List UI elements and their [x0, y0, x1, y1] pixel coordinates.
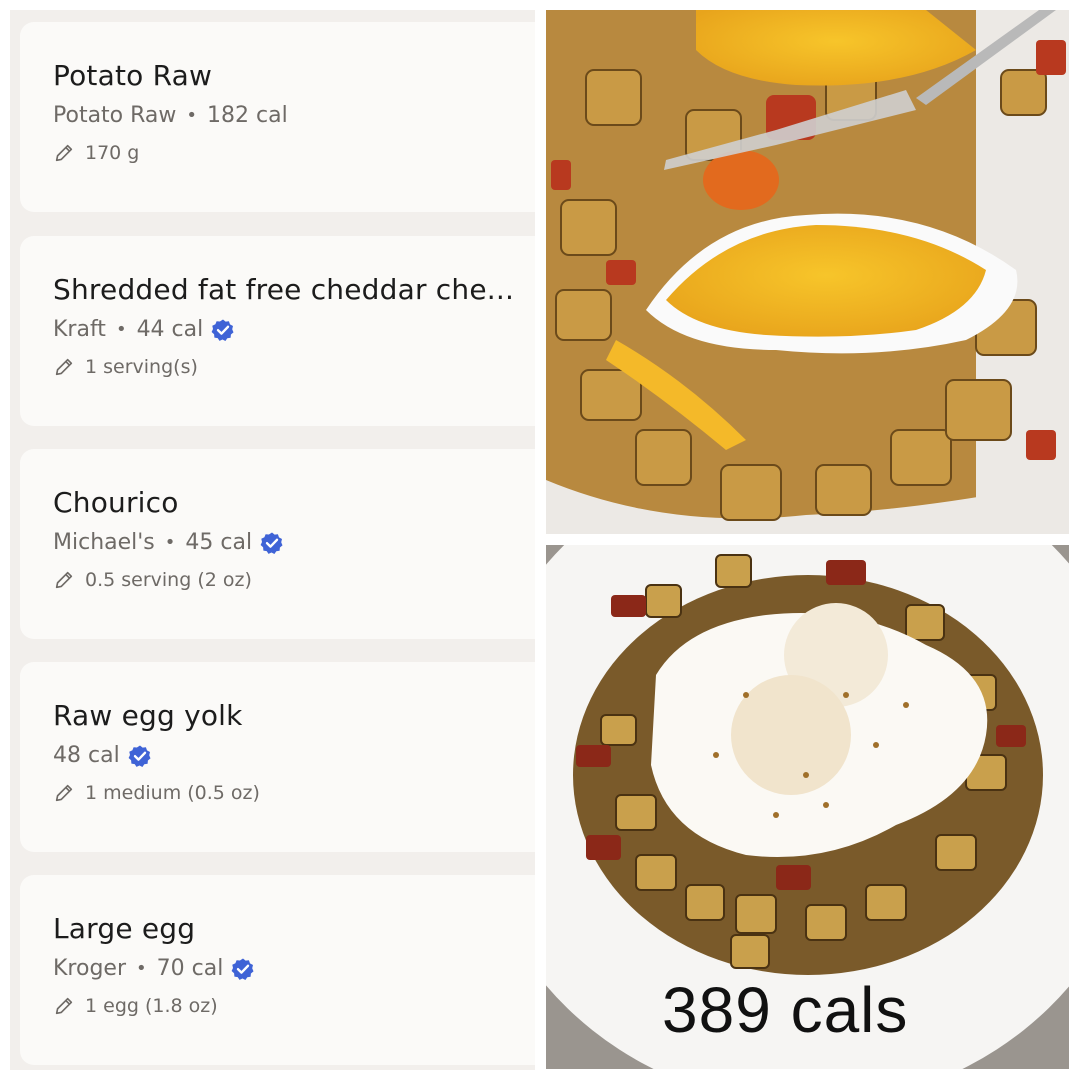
food-serving-size: 1 egg (1.8 oz)	[85, 995, 218, 1017]
verified-badge-icon	[260, 532, 283, 554]
food-serving-row[interactable]: 1 serving(s)	[53, 354, 535, 380]
calorie-total-overlay: 389 cals	[662, 974, 909, 1046]
food-meta: 48 cal	[53, 742, 535, 770]
food-log-item[interactable]: Large egg Kroger • 70 cal 1 egg (1.8 oz)	[20, 875, 535, 1065]
pencil-edit-icon	[55, 571, 73, 589]
food-name: Large egg	[53, 912, 196, 945]
pencil-edit-icon	[55, 144, 73, 162]
food-brand: Kroger	[53, 956, 126, 981]
food-serving-row[interactable]: 1 medium (0.5 oz)	[53, 780, 535, 806]
pencil-edit-icon	[55, 997, 73, 1015]
separator-dot: •	[186, 105, 198, 126]
food-calories: 44 cal	[136, 317, 204, 342]
food-name: Potato Raw	[53, 59, 213, 92]
food-serving-size: 170 g	[85, 142, 140, 164]
food-serving-row[interactable]: 0.5 serving (2 oz)	[53, 567, 535, 593]
food-serving-row[interactable]: 1 egg (1.8 oz)	[53, 993, 535, 1019]
food-brand: Michael's	[53, 530, 155, 555]
hash-with-cheese-illustration	[546, 10, 1069, 534]
food-brand: Kraft	[53, 317, 106, 342]
food-meta: Michael's • 45 cal	[53, 529, 535, 557]
food-calories: 45 cal	[185, 530, 253, 555]
verified-badge-icon	[231, 958, 254, 980]
food-name: Shredded fat free cheddar che...	[53, 273, 515, 306]
pencil-edit-icon	[55, 358, 73, 376]
food-meta: Kraft • 44 cal	[53, 316, 535, 344]
separator-dot: •	[115, 319, 127, 340]
food-calories: 182 cal	[207, 103, 288, 128]
food-serving-size: 1 medium (0.5 oz)	[85, 782, 260, 804]
food-meta: Potato Raw • 182 cal	[53, 102, 535, 130]
food-log-item[interactable]: Raw egg yolk 48 cal 1 medium (0.5 oz)	[20, 662, 535, 852]
food-serving-size: 0.5 serving (2 oz)	[85, 569, 252, 591]
food-calories: 70 cal	[156, 956, 224, 981]
food-log-panel: Potato Raw Potato Raw • 182 cal 170 g Sh…	[10, 10, 535, 1070]
separator-dot: •	[164, 532, 176, 553]
hash-bowl-photo: 389 cals	[546, 545, 1069, 1069]
food-name: Chourico	[53, 486, 179, 519]
food-log-item[interactable]: Chourico Michael's • 45 cal 0.5 serving …	[20, 449, 535, 639]
food-calories: 48 cal	[53, 743, 120, 768]
verified-badge-icon	[211, 319, 234, 341]
food-brand: Potato Raw	[53, 103, 177, 128]
food-meta: Kroger • 70 cal	[53, 955, 535, 983]
verified-badge-icon	[128, 745, 151, 767]
food-log-item[interactable]: Shredded fat free cheddar che... Kraft •…	[20, 236, 535, 426]
food-serving-size: 1 serving(s)	[85, 356, 198, 378]
hash-with-cheese-photo	[546, 10, 1069, 534]
food-serving-row[interactable]: 170 g	[53, 140, 535, 166]
separator-dot: •	[136, 958, 147, 979]
pencil-edit-icon	[55, 784, 73, 802]
food-name: Raw egg yolk	[53, 699, 243, 732]
food-log-item[interactable]: Potato Raw Potato Raw • 182 cal 170 g	[20, 22, 535, 212]
